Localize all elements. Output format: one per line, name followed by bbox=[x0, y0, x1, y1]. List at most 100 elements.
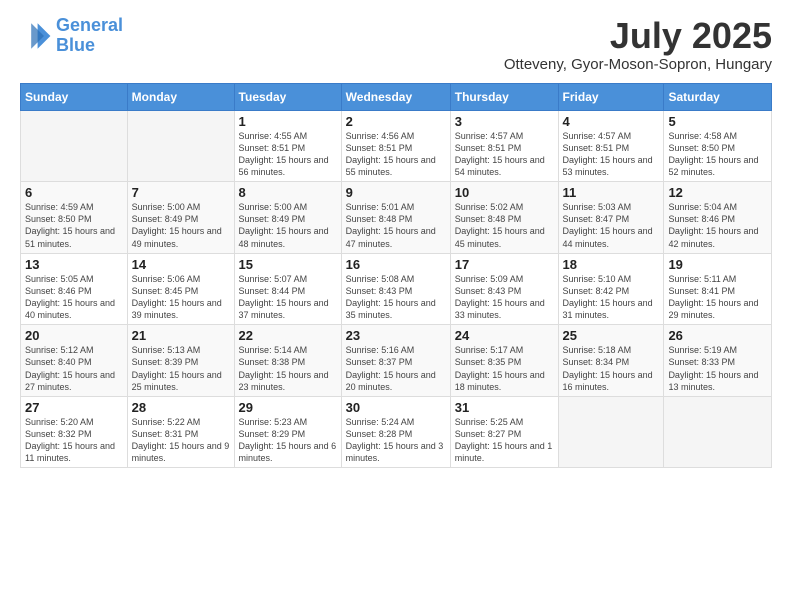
day-header-saturday: Saturday bbox=[664, 83, 772, 110]
day-number: 9 bbox=[346, 185, 446, 200]
calendar-cell: 24Sunrise: 5:17 AMSunset: 8:35 PMDayligh… bbox=[450, 325, 558, 397]
calendar-cell: 27Sunrise: 5:20 AMSunset: 8:32 PMDayligh… bbox=[21, 396, 128, 468]
calendar-cell: 14Sunrise: 5:06 AMSunset: 8:45 PMDayligh… bbox=[127, 253, 234, 325]
calendar-cell: 23Sunrise: 5:16 AMSunset: 8:37 PMDayligh… bbox=[341, 325, 450, 397]
day-info: Sunrise: 5:00 AMSunset: 8:49 PMDaylight:… bbox=[132, 201, 230, 250]
day-number: 29 bbox=[239, 400, 337, 415]
day-info: Sunrise: 5:23 AMSunset: 8:29 PMDaylight:… bbox=[239, 416, 337, 465]
calendar-cell: 20Sunrise: 5:12 AMSunset: 8:40 PMDayligh… bbox=[21, 325, 128, 397]
day-info: Sunrise: 5:05 AMSunset: 8:46 PMDaylight:… bbox=[25, 273, 123, 322]
calendar-cell bbox=[558, 396, 664, 468]
day-info: Sunrise: 5:00 AMSunset: 8:49 PMDaylight:… bbox=[239, 201, 337, 250]
calendar-cell: 29Sunrise: 5:23 AMSunset: 8:29 PMDayligh… bbox=[234, 396, 341, 468]
day-number: 10 bbox=[455, 185, 554, 200]
day-info: Sunrise: 5:03 AMSunset: 8:47 PMDaylight:… bbox=[563, 201, 660, 250]
logo-text: General Blue bbox=[56, 16, 123, 56]
calendar-cell: 15Sunrise: 5:07 AMSunset: 8:44 PMDayligh… bbox=[234, 253, 341, 325]
calendar-cell: 30Sunrise: 5:24 AMSunset: 8:28 PMDayligh… bbox=[341, 396, 450, 468]
calendar-week-2: 13Sunrise: 5:05 AMSunset: 8:46 PMDayligh… bbox=[21, 253, 772, 325]
day-number: 11 bbox=[563, 185, 660, 200]
calendar-cell: 10Sunrise: 5:02 AMSunset: 8:48 PMDayligh… bbox=[450, 182, 558, 254]
day-number: 25 bbox=[563, 328, 660, 343]
day-number: 23 bbox=[346, 328, 446, 343]
day-header-friday: Friday bbox=[558, 83, 664, 110]
page: General Blue July 2025 Otteveny, Gyor-Mo… bbox=[0, 0, 792, 478]
day-info: Sunrise: 5:06 AMSunset: 8:45 PMDaylight:… bbox=[132, 273, 230, 322]
calendar-cell: 13Sunrise: 5:05 AMSunset: 8:46 PMDayligh… bbox=[21, 253, 128, 325]
day-number: 16 bbox=[346, 257, 446, 272]
calendar-table: SundayMondayTuesdayWednesdayThursdayFrid… bbox=[20, 83, 772, 469]
day-number: 30 bbox=[346, 400, 446, 415]
calendar-cell: 22Sunrise: 5:14 AMSunset: 8:38 PMDayligh… bbox=[234, 325, 341, 397]
calendar-cell: 5Sunrise: 4:58 AMSunset: 8:50 PMDaylight… bbox=[664, 110, 772, 182]
day-number: 1 bbox=[239, 114, 337, 129]
calendar-week-3: 20Sunrise: 5:12 AMSunset: 8:40 PMDayligh… bbox=[21, 325, 772, 397]
day-info: Sunrise: 5:17 AMSunset: 8:35 PMDaylight:… bbox=[455, 344, 554, 393]
day-info: Sunrise: 4:57 AMSunset: 8:51 PMDaylight:… bbox=[455, 130, 554, 179]
day-info: Sunrise: 5:10 AMSunset: 8:42 PMDaylight:… bbox=[563, 273, 660, 322]
day-info: Sunrise: 5:09 AMSunset: 8:43 PMDaylight:… bbox=[455, 273, 554, 322]
calendar-header: SundayMondayTuesdayWednesdayThursdayFrid… bbox=[21, 83, 772, 110]
title-block: July 2025 Otteveny, Gyor-Moson-Sopron, H… bbox=[504, 16, 772, 73]
day-info: Sunrise: 4:56 AMSunset: 8:51 PMDaylight:… bbox=[346, 130, 446, 179]
calendar-cell bbox=[127, 110, 234, 182]
day-number: 2 bbox=[346, 114, 446, 129]
calendar-body: 1Sunrise: 4:55 AMSunset: 8:51 PMDaylight… bbox=[21, 110, 772, 468]
day-number: 3 bbox=[455, 114, 554, 129]
calendar-cell: 25Sunrise: 5:18 AMSunset: 8:34 PMDayligh… bbox=[558, 325, 664, 397]
calendar-week-0: 1Sunrise: 4:55 AMSunset: 8:51 PMDaylight… bbox=[21, 110, 772, 182]
calendar-cell: 28Sunrise: 5:22 AMSunset: 8:31 PMDayligh… bbox=[127, 396, 234, 468]
header-row: SundayMondayTuesdayWednesdayThursdayFrid… bbox=[21, 83, 772, 110]
day-header-sunday: Sunday bbox=[21, 83, 128, 110]
day-info: Sunrise: 4:55 AMSunset: 8:51 PMDaylight:… bbox=[239, 130, 337, 179]
day-number: 4 bbox=[563, 114, 660, 129]
day-info: Sunrise: 4:58 AMSunset: 8:50 PMDaylight:… bbox=[668, 130, 767, 179]
day-info: Sunrise: 4:57 AMSunset: 8:51 PMDaylight:… bbox=[563, 130, 660, 179]
day-header-thursday: Thursday bbox=[450, 83, 558, 110]
day-number: 13 bbox=[25, 257, 123, 272]
calendar-cell: 2Sunrise: 4:56 AMSunset: 8:51 PMDaylight… bbox=[341, 110, 450, 182]
calendar-cell: 9Sunrise: 5:01 AMSunset: 8:48 PMDaylight… bbox=[341, 182, 450, 254]
month-title: July 2025 bbox=[504, 16, 772, 56]
day-info: Sunrise: 5:01 AMSunset: 8:48 PMDaylight:… bbox=[346, 201, 446, 250]
day-number: 26 bbox=[668, 328, 767, 343]
day-number: 21 bbox=[132, 328, 230, 343]
calendar-week-1: 6Sunrise: 4:59 AMSunset: 8:50 PMDaylight… bbox=[21, 182, 772, 254]
calendar-cell: 3Sunrise: 4:57 AMSunset: 8:51 PMDaylight… bbox=[450, 110, 558, 182]
calendar-cell: 18Sunrise: 5:10 AMSunset: 8:42 PMDayligh… bbox=[558, 253, 664, 325]
calendar-cell: 1Sunrise: 4:55 AMSunset: 8:51 PMDaylight… bbox=[234, 110, 341, 182]
calendar-week-4: 27Sunrise: 5:20 AMSunset: 8:32 PMDayligh… bbox=[21, 396, 772, 468]
day-info: Sunrise: 5:08 AMSunset: 8:43 PMDaylight:… bbox=[346, 273, 446, 322]
header: General Blue July 2025 Otteveny, Gyor-Mo… bbox=[20, 16, 772, 73]
day-number: 14 bbox=[132, 257, 230, 272]
calendar-cell: 31Sunrise: 5:25 AMSunset: 8:27 PMDayligh… bbox=[450, 396, 558, 468]
day-number: 8 bbox=[239, 185, 337, 200]
day-info: Sunrise: 5:11 AMSunset: 8:41 PMDaylight:… bbox=[668, 273, 767, 322]
day-info: Sunrise: 5:24 AMSunset: 8:28 PMDaylight:… bbox=[346, 416, 446, 465]
calendar-cell: 4Sunrise: 4:57 AMSunset: 8:51 PMDaylight… bbox=[558, 110, 664, 182]
calendar-cell: 19Sunrise: 5:11 AMSunset: 8:41 PMDayligh… bbox=[664, 253, 772, 325]
day-number: 28 bbox=[132, 400, 230, 415]
calendar-cell: 7Sunrise: 5:00 AMSunset: 8:49 PMDaylight… bbox=[127, 182, 234, 254]
day-number: 20 bbox=[25, 328, 123, 343]
calendar-cell bbox=[21, 110, 128, 182]
day-info: Sunrise: 5:22 AMSunset: 8:31 PMDaylight:… bbox=[132, 416, 230, 465]
day-info: Sunrise: 5:16 AMSunset: 8:37 PMDaylight:… bbox=[346, 344, 446, 393]
day-info: Sunrise: 5:18 AMSunset: 8:34 PMDaylight:… bbox=[563, 344, 660, 393]
calendar-cell: 8Sunrise: 5:00 AMSunset: 8:49 PMDaylight… bbox=[234, 182, 341, 254]
day-info: Sunrise: 5:02 AMSunset: 8:48 PMDaylight:… bbox=[455, 201, 554, 250]
day-number: 18 bbox=[563, 257, 660, 272]
day-info: Sunrise: 5:14 AMSunset: 8:38 PMDaylight:… bbox=[239, 344, 337, 393]
logo-icon bbox=[20, 20, 52, 52]
day-info: Sunrise: 5:19 AMSunset: 8:33 PMDaylight:… bbox=[668, 344, 767, 393]
calendar-cell: 12Sunrise: 5:04 AMSunset: 8:46 PMDayligh… bbox=[664, 182, 772, 254]
day-info: Sunrise: 5:20 AMSunset: 8:32 PMDaylight:… bbox=[25, 416, 123, 465]
day-info: Sunrise: 5:25 AMSunset: 8:27 PMDaylight:… bbox=[455, 416, 554, 465]
calendar-cell: 11Sunrise: 5:03 AMSunset: 8:47 PMDayligh… bbox=[558, 182, 664, 254]
day-number: 24 bbox=[455, 328, 554, 343]
day-number: 31 bbox=[455, 400, 554, 415]
calendar-cell: 21Sunrise: 5:13 AMSunset: 8:39 PMDayligh… bbox=[127, 325, 234, 397]
calendar-cell: 26Sunrise: 5:19 AMSunset: 8:33 PMDayligh… bbox=[664, 325, 772, 397]
day-number: 19 bbox=[668, 257, 767, 272]
logo-line1: General bbox=[56, 15, 123, 35]
